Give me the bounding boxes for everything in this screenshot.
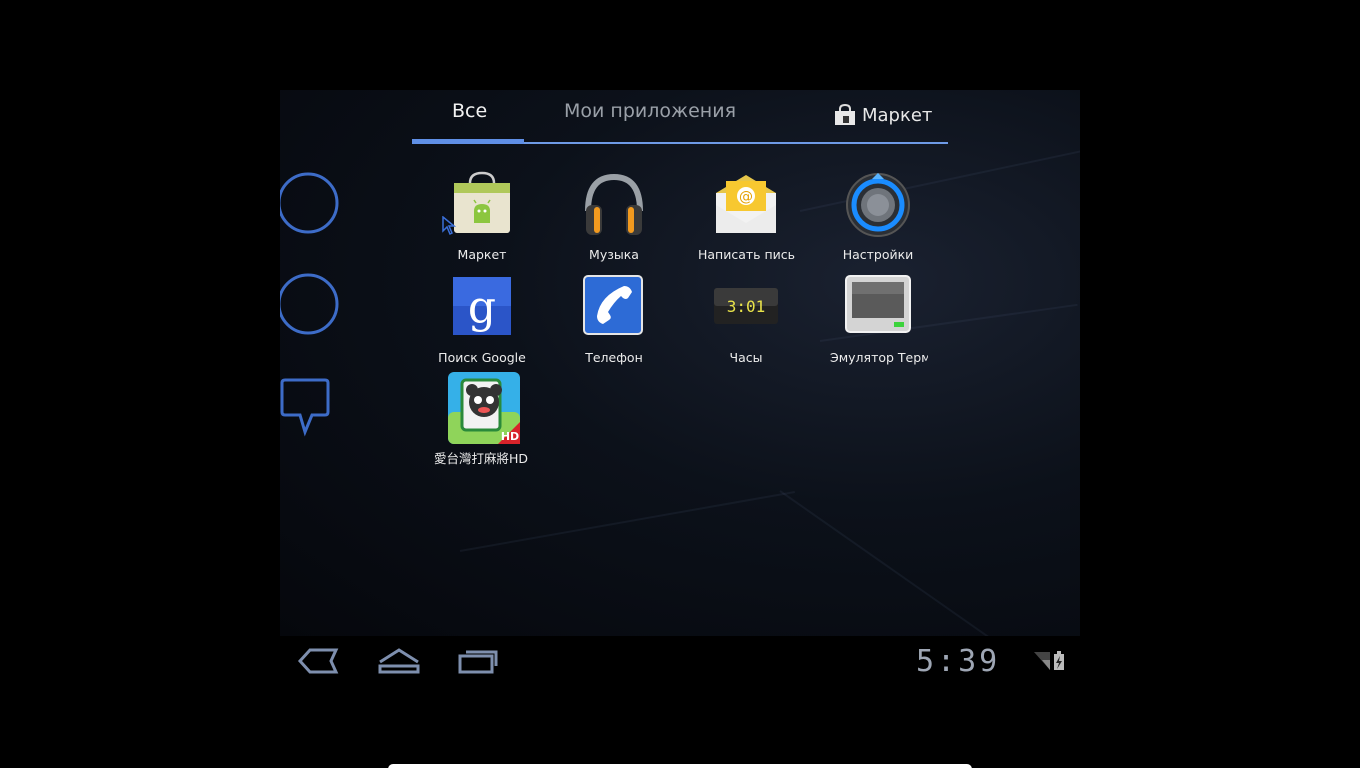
recent-apps-icon	[458, 650, 498, 674]
svg-text:3:01: 3:01	[727, 297, 766, 316]
app-label: Телефон	[585, 350, 643, 365]
system-navigation-bar: 5:39	[280, 636, 1080, 688]
headphones-icon	[580, 171, 648, 239]
mouse-cursor-icon	[442, 216, 456, 236]
bottom-panel-edge	[388, 764, 972, 768]
app-terminal-emulator[interactable]: Эмулятор Терминала	[818, 274, 938, 365]
app-label: Написать письмо	[698, 247, 796, 262]
app-market[interactable]: Маркет	[422, 171, 542, 262]
home-screen-background	[280, 90, 1080, 636]
tab-market-label: Маркет	[862, 104, 933, 126]
phone-handset-icon	[580, 274, 648, 342]
app-label: Маркет	[457, 247, 507, 262]
settings-knob-icon	[844, 171, 912, 239]
speech-bubble-icon	[280, 378, 330, 437]
signal-strength-icon	[1034, 652, 1050, 670]
app-music[interactable]: Музыка	[554, 171, 674, 262]
app-label: 愛台灣打麻將HD	[434, 451, 529, 466]
email-envelope-icon: @	[712, 171, 780, 239]
app-label: Часы	[729, 350, 763, 365]
back-button[interactable]	[296, 646, 346, 676]
battery-charging-icon	[1054, 651, 1064, 670]
app-label: Настройки	[842, 247, 914, 262]
status-time[interactable]: 5:39	[916, 644, 1000, 679]
app-email[interactable]: @ Написать письмо	[686, 171, 806, 262]
terminal-emulator-icon	[844, 274, 912, 342]
home-button[interactable]	[374, 646, 424, 676]
tab-my-apps[interactable]: Мои приложения	[564, 100, 736, 122]
recent-apps-button[interactable]	[454, 646, 504, 676]
app-mahjong[interactable]: HD 愛台灣打麻將HD	[422, 372, 542, 467]
side-speech-bubble-button[interactable]	[280, 374, 340, 438]
svg-text:g: g	[468, 282, 496, 333]
app-label: Музыка	[589, 247, 639, 262]
svg-text:@: @	[739, 189, 753, 205]
market-bag-icon	[448, 171, 516, 239]
app-phone[interactable]: Телефон	[554, 274, 674, 365]
back-arrow-icon	[297, 648, 339, 674]
side-circle-button-middle[interactable]	[277, 272, 340, 336]
app-drawer-tabs: Все Мои приложения Маркет	[412, 92, 948, 146]
app-settings[interactable]: Настройки	[818, 171, 938, 262]
svg-text:HD: HD	[501, 430, 519, 443]
digital-clock-icon: 3:01	[712, 274, 780, 342]
tab-active-indicator	[412, 139, 524, 144]
tab-market[interactable]: Маркет	[834, 104, 932, 126]
home-icon	[378, 648, 420, 674]
app-label: Эмулятор Терминала	[830, 350, 928, 365]
status-icons[interactable]	[1032, 650, 1068, 672]
tab-all[interactable]: Все	[452, 100, 487, 122]
side-circle-button-top[interactable]	[277, 171, 340, 235]
google-search-icon: g	[448, 274, 516, 342]
app-clock[interactable]: 3:01 Часы	[686, 274, 806, 365]
shopping-bag-icon	[835, 104, 855, 125]
app-label: Поиск Google	[438, 350, 526, 365]
mahjong-panda-icon: HD	[448, 372, 520, 444]
app-google-search[interactable]: g Поиск Google	[422, 274, 542, 365]
